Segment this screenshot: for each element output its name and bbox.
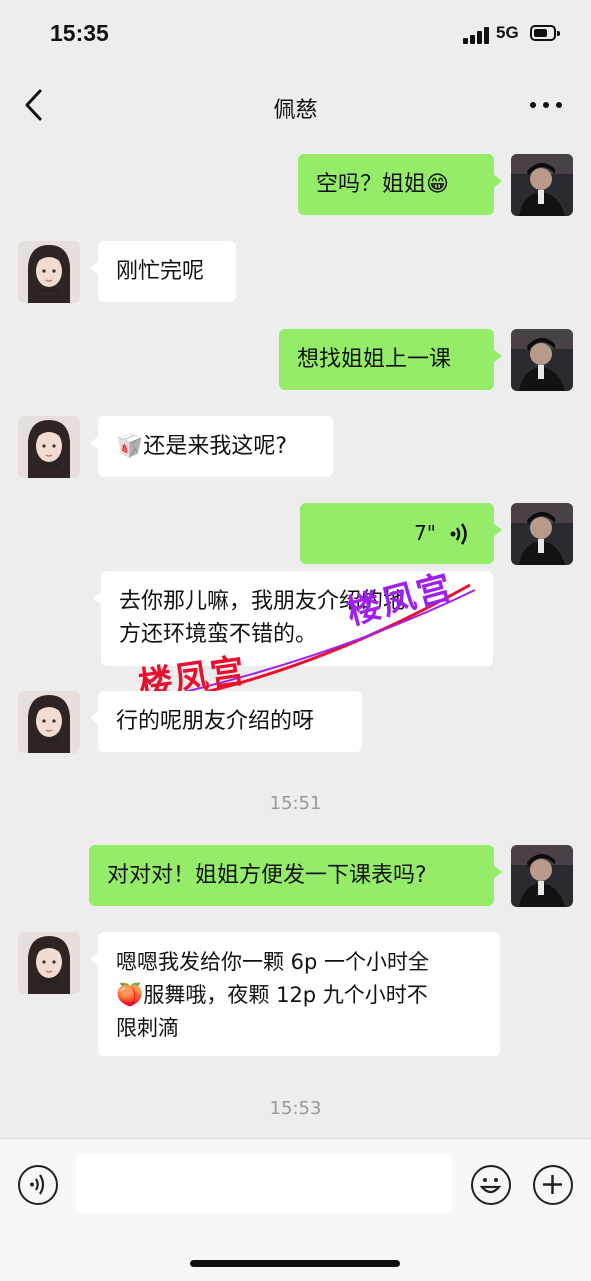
plus-icon[interactable] <box>533 1165 573 1205</box>
status-bar: 15:35 5G <box>0 0 591 70</box>
message-text-line: 限刺滴 <box>116 1016 179 1040</box>
voice-mode-icon[interactable] <box>18 1165 58 1205</box>
message-text: 对对对！姐姐方便发一下课表吗? <box>107 863 427 888</box>
my-avatar[interactable] <box>511 329 573 391</box>
home-indicator <box>190 1260 400 1267</box>
more-dots-icon[interactable] <box>528 94 564 114</box>
my-avatar[interactable] <box>511 503 573 565</box>
message-timestamp: 15:51 <box>269 793 322 814</box>
message-bubble-received[interactable]: 🥡还是来我这呢? <box>90 416 333 477</box>
message-bubble-received[interactable]: 去你那儿嘛，我朋友介绍的地 方还环境蛮不错的。 <box>93 571 493 666</box>
voice-duration: 7" <box>414 521 436 545</box>
battery-icon <box>530 25 560 41</box>
message-text: 行的呢朋友介绍的呀 <box>116 709 315 734</box>
contact-avatar[interactable] <box>18 691 80 753</box>
chat-input-bar <box>0 1138 591 1281</box>
takeout-box-emoji-icon: 🥡 <box>116 434 144 459</box>
voice-wave-icon <box>448 521 470 557</box>
message-text-line: 嗯嗯我发给你一颗 6p 一个小时全 <box>116 950 430 974</box>
my-avatar[interactable] <box>511 845 573 907</box>
message-bubble-sent[interactable]: 空吗？姐姐😁 <box>298 154 502 215</box>
message-bubble-received[interactable]: 行的呢朋友介绍的呀 <box>90 691 362 752</box>
message-text-line: 服舞哦，夜颗 12p 九个小时不 <box>143 983 428 1007</box>
message-bubble-sent[interactable]: 对对对！姐姐方便发一下课表吗? <box>89 845 502 906</box>
message-text-line: 方还环境蛮不错的。 <box>119 622 318 647</box>
message-text: 空吗？姐姐 <box>316 172 427 197</box>
message-input[interactable] <box>76 1153 452 1213</box>
contact-avatar[interactable] <box>18 416 80 478</box>
message-timestamp: 15:53 <box>269 1098 322 1119</box>
message-text: 还是来我这呢? <box>143 434 288 459</box>
grin-emoji-icon: 😁 <box>426 172 449 197</box>
voice-message-bubble[interactable]: 7" <box>300 503 502 564</box>
contact-avatar[interactable] <box>18 241 80 303</box>
emoji-face-icon[interactable] <box>471 1165 511 1205</box>
status-time: 15:35 <box>50 20 109 46</box>
signal-icon <box>463 26 491 44</box>
message-text: 刚忙完呢 <box>116 259 205 284</box>
message-text: 想找姐姐上一课 <box>297 347 452 372</box>
message-bubble-received[interactable]: 刚忙完呢 <box>90 241 236 302</box>
message-bubble-sent[interactable]: 想找姐姐上一课 <box>279 329 502 390</box>
peach-emoji-icon: 🍑 <box>116 983 144 1008</box>
contact-avatar[interactable] <box>18 932 80 994</box>
my-avatar[interactable] <box>511 154 573 216</box>
chat-header: 佩慈 <box>0 70 591 142</box>
network-label: 5G <box>496 23 519 42</box>
message-bubble-received[interactable]: 嗯嗯我发给你一颗 6p 一个小时全 🍑服舞哦，夜颗 12p 九个小时不 限刺滴 <box>90 932 500 1056</box>
chat-title: 佩慈 <box>273 98 318 123</box>
message-text-line: 去你那儿嘛，我朋友介绍的地 <box>119 589 406 614</box>
